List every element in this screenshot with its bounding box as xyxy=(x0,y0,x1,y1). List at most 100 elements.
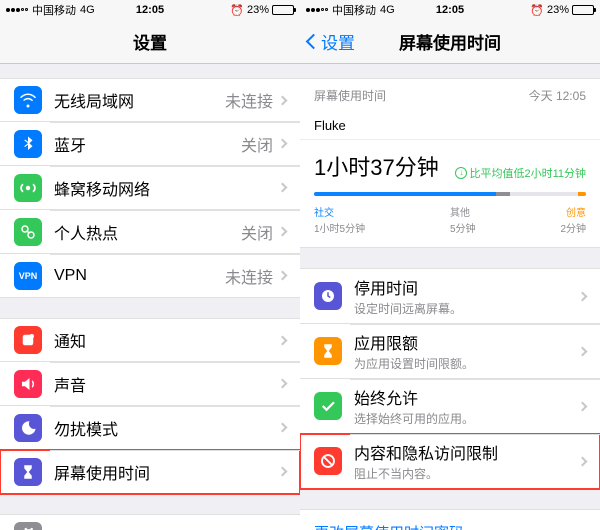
usage-header-label: 屏幕使用时间 xyxy=(314,87,386,104)
status-bar: 中国移动 4G 12:05 ⏰ 23% xyxy=(0,0,300,20)
hourglass-icon xyxy=(314,337,342,365)
row-label: 停用时间 xyxy=(354,275,579,299)
usage-header-time: 今天 12:05 xyxy=(529,87,586,104)
usage-bar xyxy=(314,192,586,196)
row-notifications[interactable]: 通知 xyxy=(0,318,300,362)
chevron-right-icon xyxy=(278,227,288,237)
network-label: 4G xyxy=(80,4,95,16)
cat-1: 其他 5分钟 xyxy=(450,204,476,235)
row-sounds[interactable]: 声音 xyxy=(0,362,300,406)
chevron-right-icon xyxy=(278,95,288,105)
row-label: 蜂窝移动网络 xyxy=(54,176,279,200)
row-label: VPN xyxy=(54,267,225,285)
row-value: 未连接 xyxy=(225,88,273,112)
page-title: 设置 xyxy=(133,29,167,54)
row-label: 个人热点 xyxy=(54,220,241,244)
row-content-privacy[interactable]: 内容和隐私访问限制 阻止不当内容。 xyxy=(300,434,600,489)
carrier-label: 中国移动 xyxy=(32,2,76,18)
hotspot-icon xyxy=(14,218,42,246)
chevron-left-icon xyxy=(306,34,322,50)
row-label: 无线局域网 xyxy=(54,88,225,112)
chevron-right-icon xyxy=(578,291,588,301)
notifications-icon xyxy=(14,326,42,354)
status-time: 12:05 xyxy=(136,4,164,16)
row-cellular[interactable]: 蜂窝移动网络 xyxy=(0,166,300,210)
chevron-right-icon xyxy=(278,379,288,389)
row-label: 蓝牙 xyxy=(54,132,241,156)
row-screen-time[interactable]: 屏幕使用时间 xyxy=(0,450,300,494)
back-label: 设置 xyxy=(321,29,355,54)
row-label: 勿扰模式 xyxy=(54,416,279,440)
check-icon xyxy=(314,392,342,420)
settings-screen: 中国移动 4G 12:05 ⏰ 23% 设置 无线局域网 未连接 蓝牙 关闭 xyxy=(0,0,300,530)
chevron-right-icon xyxy=(278,423,288,433)
row-label: 通用 xyxy=(54,524,279,530)
row-bluetooth[interactable]: 蓝牙 关闭 xyxy=(0,122,300,166)
cat-0: 社交 1小时5分钟 xyxy=(314,204,365,235)
chevron-right-icon xyxy=(278,139,288,149)
wifi-icon xyxy=(14,86,42,114)
row-label: 通知 xyxy=(54,328,279,352)
chevron-right-icon xyxy=(578,346,588,356)
row-value: 关闭 xyxy=(241,132,273,156)
device-name[interactable]: Fluke xyxy=(300,112,600,140)
hourglass-icon xyxy=(14,458,42,486)
row-subtitle: 设定时间远离屏幕。 xyxy=(354,300,579,317)
row-hotspot[interactable]: 个人热点 关闭 xyxy=(0,210,300,254)
alarm-icon: ⏰ xyxy=(530,4,544,17)
chevron-right-icon xyxy=(278,335,288,345)
row-label: 内容和隐私访问限制 xyxy=(354,440,579,464)
battery-icon xyxy=(272,5,294,15)
screen-time-content[interactable]: 屏幕使用时间 今天 12:05 Fluke 1小时37分钟 ↓ 比平均值低2小时… xyxy=(300,64,600,530)
downtime-icon xyxy=(314,282,342,310)
category-breakdown: 社交 1小时5分钟 其他 5分钟 创意 2分钟 xyxy=(314,204,586,235)
row-label: 屏幕使用时间 xyxy=(54,460,279,484)
row-value: 未连接 xyxy=(225,264,273,288)
row-label: 始终允许 xyxy=(354,385,579,409)
row-wifi[interactable]: 无线局域网 未连接 xyxy=(0,78,300,122)
signal-icon xyxy=(6,8,28,12)
row-downtime[interactable]: 停用时间 设定时间远离屏幕。 xyxy=(300,268,600,324)
battery-icon xyxy=(572,5,594,15)
battery-percent: 23% xyxy=(247,4,269,16)
row-dnd[interactable]: 勿扰模式 xyxy=(0,406,300,450)
chevron-right-icon xyxy=(278,183,288,193)
row-label: 声音 xyxy=(54,372,279,396)
total-time: 1小时37分钟 xyxy=(314,150,439,182)
row-general[interactable]: 通用 xyxy=(0,514,300,530)
status-time: 12:05 xyxy=(436,4,464,16)
nav-bar: 设置 屏幕使用时间 xyxy=(300,20,600,64)
signal-icon xyxy=(306,8,328,12)
row-subtitle: 为应用设置时间限额。 xyxy=(354,355,579,372)
bar-seg-1 xyxy=(496,192,510,196)
bar-seg-0 xyxy=(314,192,496,196)
screen-time-screen: 中国移动 4G 12:05 ⏰ 23% 设置 屏幕使用时间 屏幕使用时间 今天 … xyxy=(300,0,600,530)
down-arrow-icon: ↓ xyxy=(455,167,467,179)
row-vpn[interactable]: VPN VPN 未连接 xyxy=(0,254,300,298)
bluetooth-icon xyxy=(14,130,42,158)
chevron-right-icon xyxy=(578,401,588,411)
settings-list[interactable]: 无线局域网 未连接 蓝牙 关闭 蜂窝移动网络 个人热点 关闭 xyxy=(0,64,300,530)
row-always-allowed[interactable]: 始终允许 选择始终可用的应用。 xyxy=(300,379,600,434)
sounds-icon xyxy=(14,370,42,398)
back-button[interactable]: 设置 xyxy=(308,29,355,54)
vpn-icon: VPN xyxy=(14,262,42,290)
gear-icon xyxy=(14,522,42,530)
moon-icon xyxy=(14,414,42,442)
bar-seg-spacer xyxy=(510,192,578,196)
network-label: 4G xyxy=(380,4,395,16)
row-app-limits[interactable]: 应用限额 为应用设置时间限额。 xyxy=(300,324,600,379)
usage-summary[interactable]: 1小时37分钟 ↓ 比平均值低2小时11分钟 社交 1小时5分钟 xyxy=(300,140,600,248)
restrictions-icon xyxy=(314,447,342,475)
alarm-icon: ⏰ xyxy=(230,4,244,17)
change-passcode-link[interactable]: 更改屏幕使用时间密码 xyxy=(300,509,600,530)
carrier-label: 中国移动 xyxy=(332,2,376,18)
compare-badge: ↓ 比平均值低2小时11分钟 xyxy=(455,165,586,181)
status-bar: 中国移动 4G 12:05 ⏰ 23% xyxy=(300,0,600,20)
compare-text: 比平均值低2小时11分钟 xyxy=(469,165,586,181)
row-subtitle: 选择始终可用的应用。 xyxy=(354,410,579,427)
cellular-icon xyxy=(14,174,42,202)
cat-2: 创意 2分钟 xyxy=(560,204,586,235)
row-subtitle: 阻止不当内容。 xyxy=(354,465,579,482)
battery-percent: 23% xyxy=(547,4,569,16)
